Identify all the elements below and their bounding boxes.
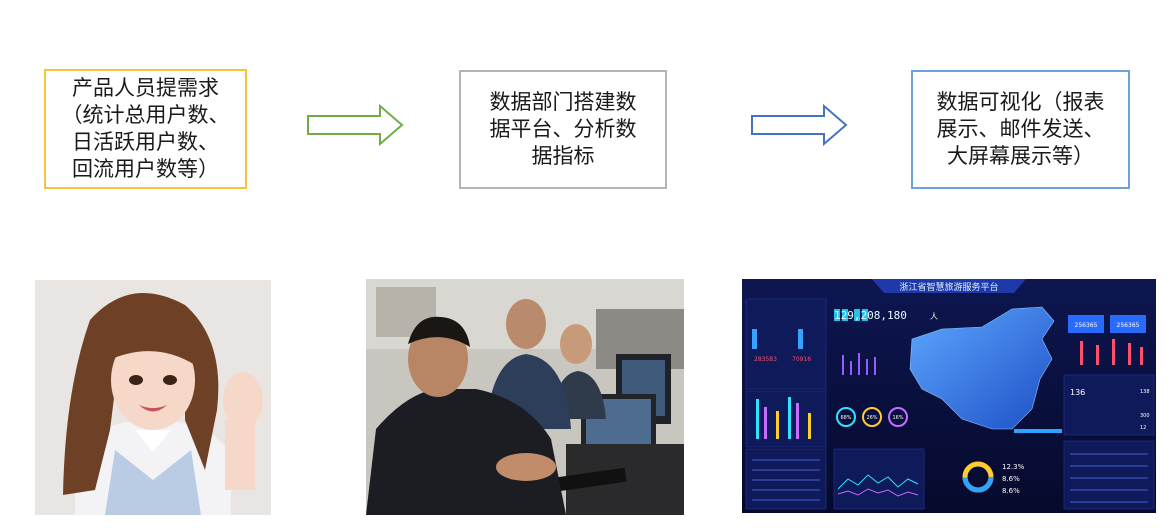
dashboard-red-number: 70916 bbox=[792, 356, 811, 363]
dashboard-kpi: 8.6% bbox=[1002, 487, 1020, 495]
data-team-photo bbox=[366, 279, 684, 515]
dashboard-percent: 68% bbox=[840, 415, 851, 421]
step-box-requirements: 产品人员提需求 （统计总用户数、 日活跃用户数、 回流用户数等） bbox=[44, 69, 247, 189]
dashboard-side-number: 12 bbox=[1140, 425, 1146, 431]
dashboard-side-number: 138 bbox=[1140, 389, 1150, 395]
right-arrow-icon bbox=[307, 103, 404, 147]
dashboard-kpi: 8.6% bbox=[1002, 475, 1020, 483]
dashboard-kpi: 12.3% bbox=[1002, 463, 1025, 471]
dashboard-title: 浙江省智慧旅游服务平台 bbox=[899, 281, 998, 293]
dashboard-counter-unit: 人 bbox=[930, 312, 938, 321]
dashboard-red-number: 283583 bbox=[754, 356, 777, 363]
step-text-data-platform: 数据部门搭建数 据平台、分析数 据指标 bbox=[489, 90, 637, 168]
product-person-photo bbox=[35, 280, 271, 515]
step-box-data-platform: 数据部门搭建数 据平台、分析数 据指标 bbox=[459, 70, 667, 189]
step-text-visualization: 数据可视化（报表 展示、邮件发送、 大屏幕展示等） bbox=[936, 90, 1105, 168]
dashboard-counter: 129,208,180 bbox=[834, 309, 907, 322]
dashboard-stat: 256365 bbox=[1117, 322, 1140, 329]
right-arrow-icon bbox=[751, 103, 848, 147]
dashboard-side-number: 136 bbox=[1070, 388, 1085, 397]
dashboard-screenshot: 浙江省智慧旅游服务平台 283583 70916 129,208,180 人 6… bbox=[742, 279, 1156, 513]
step-box-visualization: 数据可视化（报表 展示、邮件发送、 大屏幕展示等） bbox=[911, 70, 1130, 189]
dashboard-side-number: 300 bbox=[1140, 413, 1150, 419]
dashboard-percent: 26% bbox=[866, 415, 877, 421]
dashboard-percent: 16% bbox=[892, 415, 903, 421]
step-text-requirements: 产品人员提需求 （统计总用户数、 日活跃用户数、 回流用户数等） bbox=[61, 76, 230, 181]
dashboard-stat: 256365 bbox=[1075, 322, 1098, 329]
